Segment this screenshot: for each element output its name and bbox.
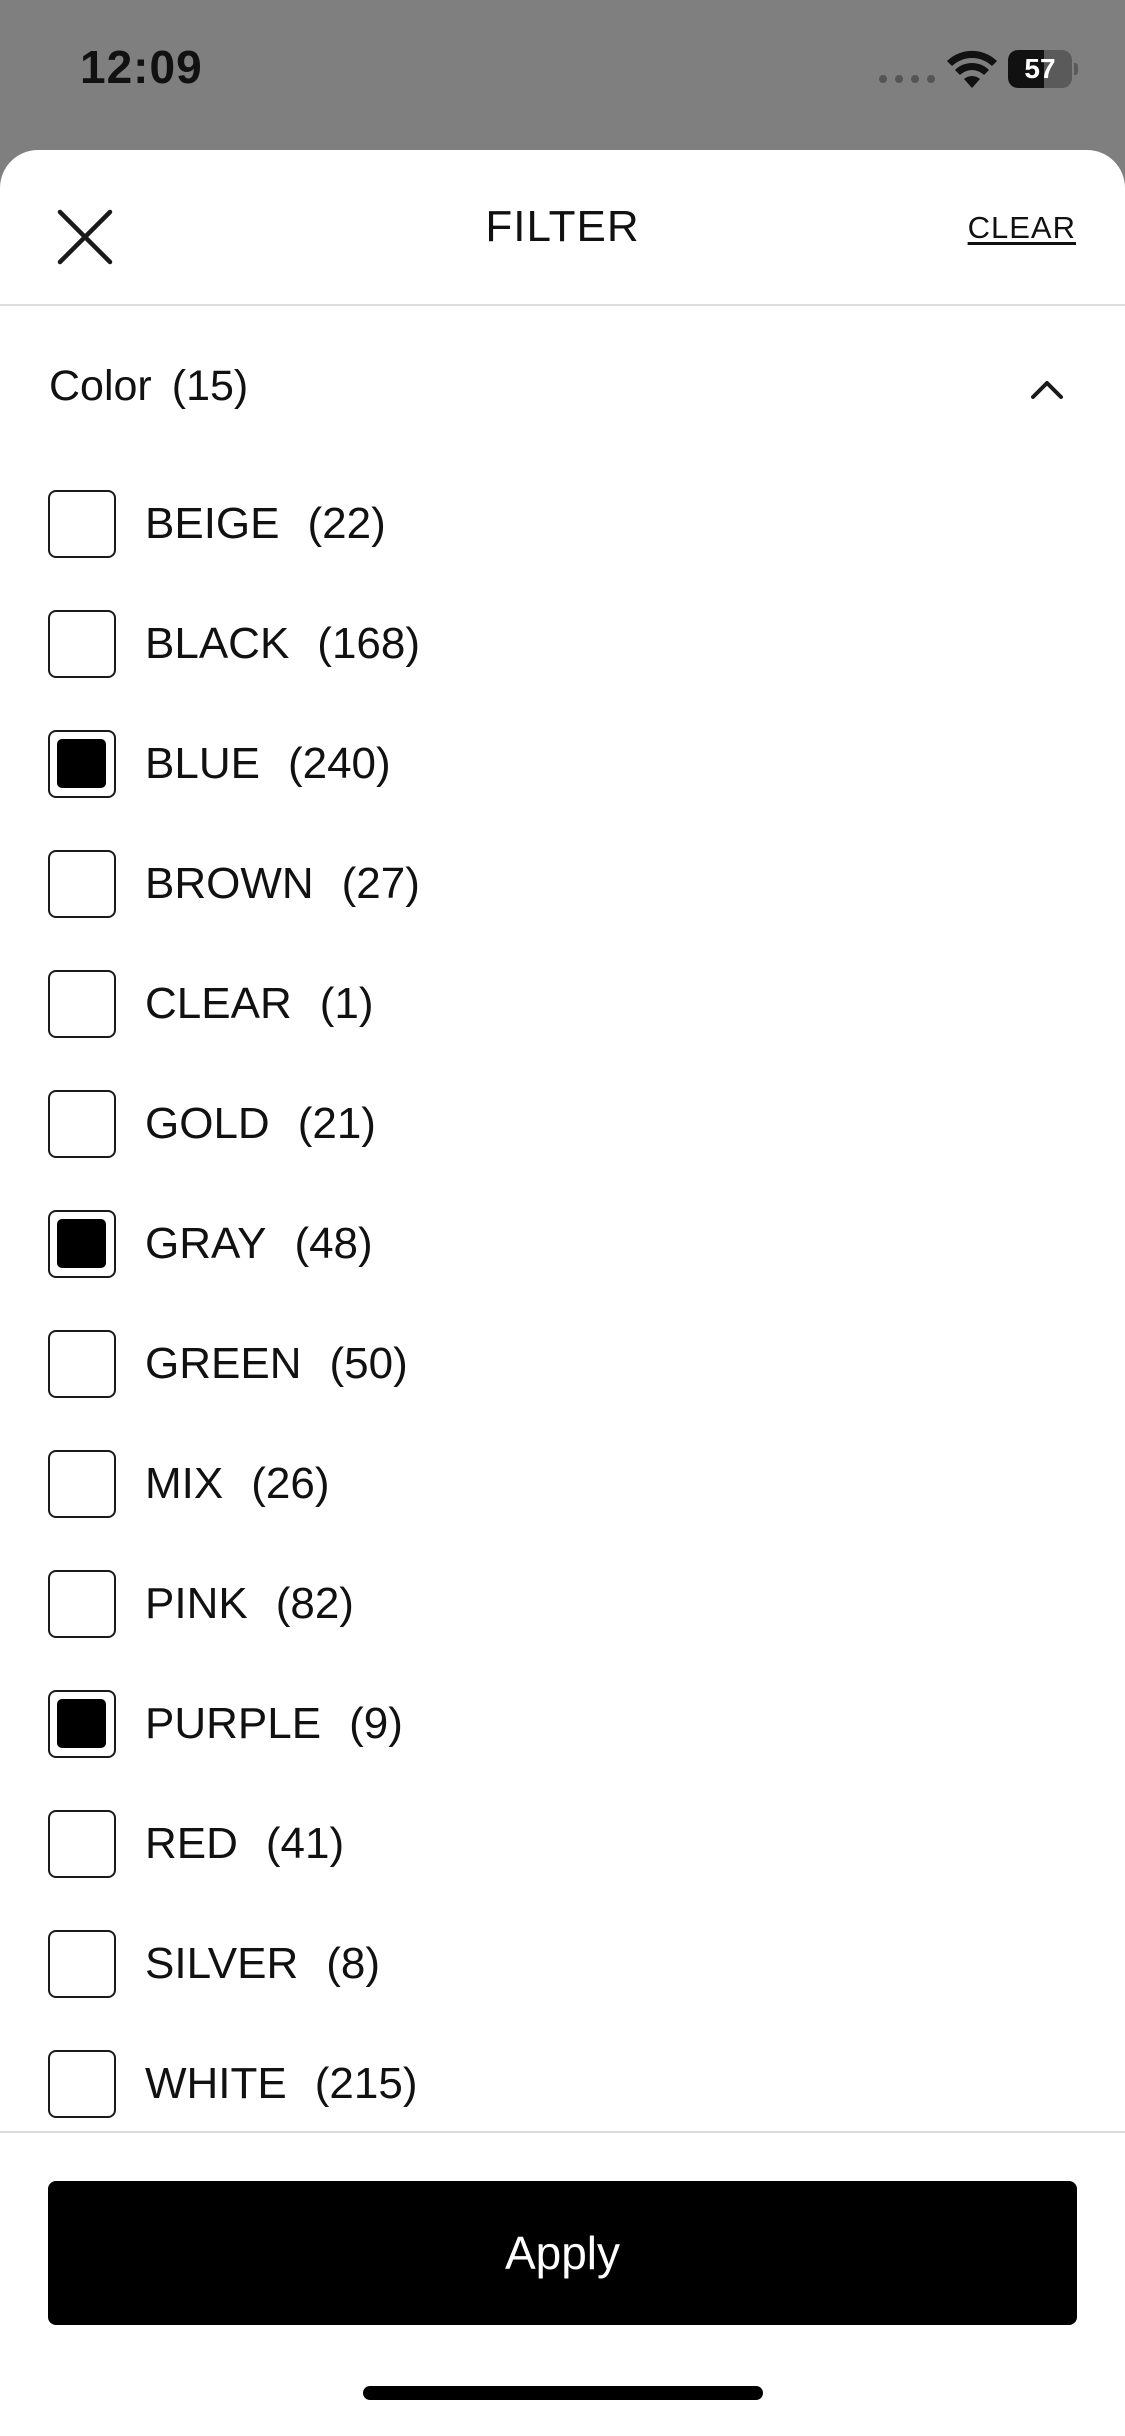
page-title: FILTER (485, 202, 640, 251)
option-name: CLEAR (145, 979, 292, 1028)
option-name: PURPLE (145, 1699, 322, 1748)
apply-button[interactable]: Apply (48, 2181, 1077, 2325)
checkbox-checked-fill (57, 1219, 106, 1268)
battery-level: 57 (1024, 53, 1056, 84)
option-count: (8) (326, 1939, 381, 1988)
checkbox[interactable] (48, 850, 116, 918)
color-option-mix[interactable]: MIX (26) (0, 1450, 1125, 1570)
checkbox[interactable] (48, 1330, 116, 1398)
clear-button[interactable]: CLEAR (968, 210, 1076, 246)
color-option-purple[interactable]: PURPLE (9) (0, 1690, 1125, 1810)
filter-sheet: FILTER CLEAR Color (15) BEIGE (22) BLACK (16… (0, 150, 1125, 2436)
option-label: PINK (82) (145, 1579, 354, 1629)
option-label: GREEN (50) (145, 1339, 408, 1389)
option-label: RED (41) (145, 1819, 344, 1869)
option-count: (215) (314, 2059, 418, 2108)
option-label: GOLD (21) (145, 1099, 376, 1149)
color-option-green[interactable]: GREEN (50) (0, 1330, 1125, 1450)
color-option-blue[interactable]: BLUE (240) (0, 730, 1125, 850)
option-name: GREEN (145, 1339, 302, 1388)
option-name: PINK (145, 1579, 248, 1628)
color-option-red[interactable]: RED (41) (0, 1810, 1125, 1930)
option-name: WHITE (145, 2059, 287, 2108)
option-count: (9) (349, 1699, 403, 1748)
option-count: (50) (329, 1339, 408, 1388)
option-name: GRAY (145, 1219, 267, 1268)
checkbox[interactable] (48, 490, 116, 558)
option-count: (1) (319, 979, 374, 1028)
option-count: (168) (317, 619, 421, 668)
sheet-header: FILTER CLEAR (0, 150, 1125, 306)
color-option-clear[interactable]: CLEAR (1) (0, 970, 1125, 1090)
option-label: SILVER (8) (145, 1939, 380, 1989)
home-indicator (363, 2386, 763, 2400)
checkbox[interactable] (48, 1090, 116, 1158)
option-name: MIX (145, 1459, 224, 1508)
checkbox[interactable] (48, 1450, 116, 1518)
color-option-brown[interactable]: BROWN (27) (0, 850, 1125, 970)
option-count: (48) (294, 1219, 373, 1268)
option-count: (82) (275, 1579, 354, 1628)
cellular-signal-icon (879, 75, 935, 83)
option-name: BLACK (145, 619, 290, 668)
checkbox[interactable] (48, 2050, 116, 2118)
checkbox[interactable] (48, 1570, 116, 1638)
checkbox[interactable] (48, 610, 116, 678)
option-label: GRAY (48) (145, 1219, 373, 1269)
color-option-beige[interactable]: BEIGE (22) (0, 490, 1125, 610)
checkbox[interactable] (48, 730, 116, 798)
color-option-gold[interactable]: GOLD (21) (0, 1090, 1125, 1210)
option-count: (22) (307, 499, 386, 548)
option-label: MIX (26) (145, 1459, 329, 1509)
checkbox[interactable] (48, 1690, 116, 1758)
option-label: BLACK (168) (145, 619, 420, 669)
option-label: BEIGE (22) (145, 499, 386, 549)
option-label: WHITE (215) (145, 2059, 417, 2109)
option-name: BROWN (145, 859, 314, 908)
option-name: GOLD (145, 1099, 270, 1148)
color-option-pink[interactable]: PINK (82) (0, 1570, 1125, 1690)
option-count: (41) (265, 1819, 345, 1868)
option-label: BROWN (27) (145, 859, 420, 909)
option-name: BLUE (145, 739, 260, 788)
option-count: (240) (287, 739, 391, 788)
option-label: CLEAR (1) (145, 979, 374, 1029)
status-time: 12:09 (80, 41, 203, 93)
color-option-silver[interactable]: SILVER (8) (0, 1930, 1125, 2050)
option-name: RED (145, 1819, 238, 1868)
option-label: BLUE (240) (145, 739, 391, 789)
checkbox-checked-fill (57, 739, 106, 788)
footer: Apply (0, 2131, 1125, 2436)
option-count: (21) (297, 1099, 376, 1148)
checkbox[interactable] (48, 1930, 116, 1998)
chevron-up-icon (1031, 381, 1063, 399)
status-bar: 12:09 57 (0, 0, 1125, 150)
checkbox[interactable] (48, 970, 116, 1038)
option-count: (26) (251, 1459, 330, 1508)
checkbox-checked-fill (57, 1699, 106, 1748)
wifi-icon (947, 50, 997, 88)
color-option-gray[interactable]: GRAY (48) (0, 1210, 1125, 1330)
checkbox[interactable] (48, 1810, 116, 1878)
color-option-black[interactable]: BLACK (168) (0, 610, 1125, 730)
option-label: PURPLE (9) (145, 1699, 403, 1749)
color-section-toggle[interactable]: Color (15) (0, 362, 1125, 422)
battery-icon: 57 (1008, 50, 1078, 90)
checkbox[interactable] (48, 1210, 116, 1278)
section-count: (15) (171, 362, 249, 410)
option-name: SILVER (145, 1939, 299, 1988)
option-name: BEIGE (145, 499, 280, 548)
section-title: Color (15) (49, 362, 248, 411)
section-title-label: Color (49, 362, 152, 410)
option-count: (27) (341, 859, 420, 908)
